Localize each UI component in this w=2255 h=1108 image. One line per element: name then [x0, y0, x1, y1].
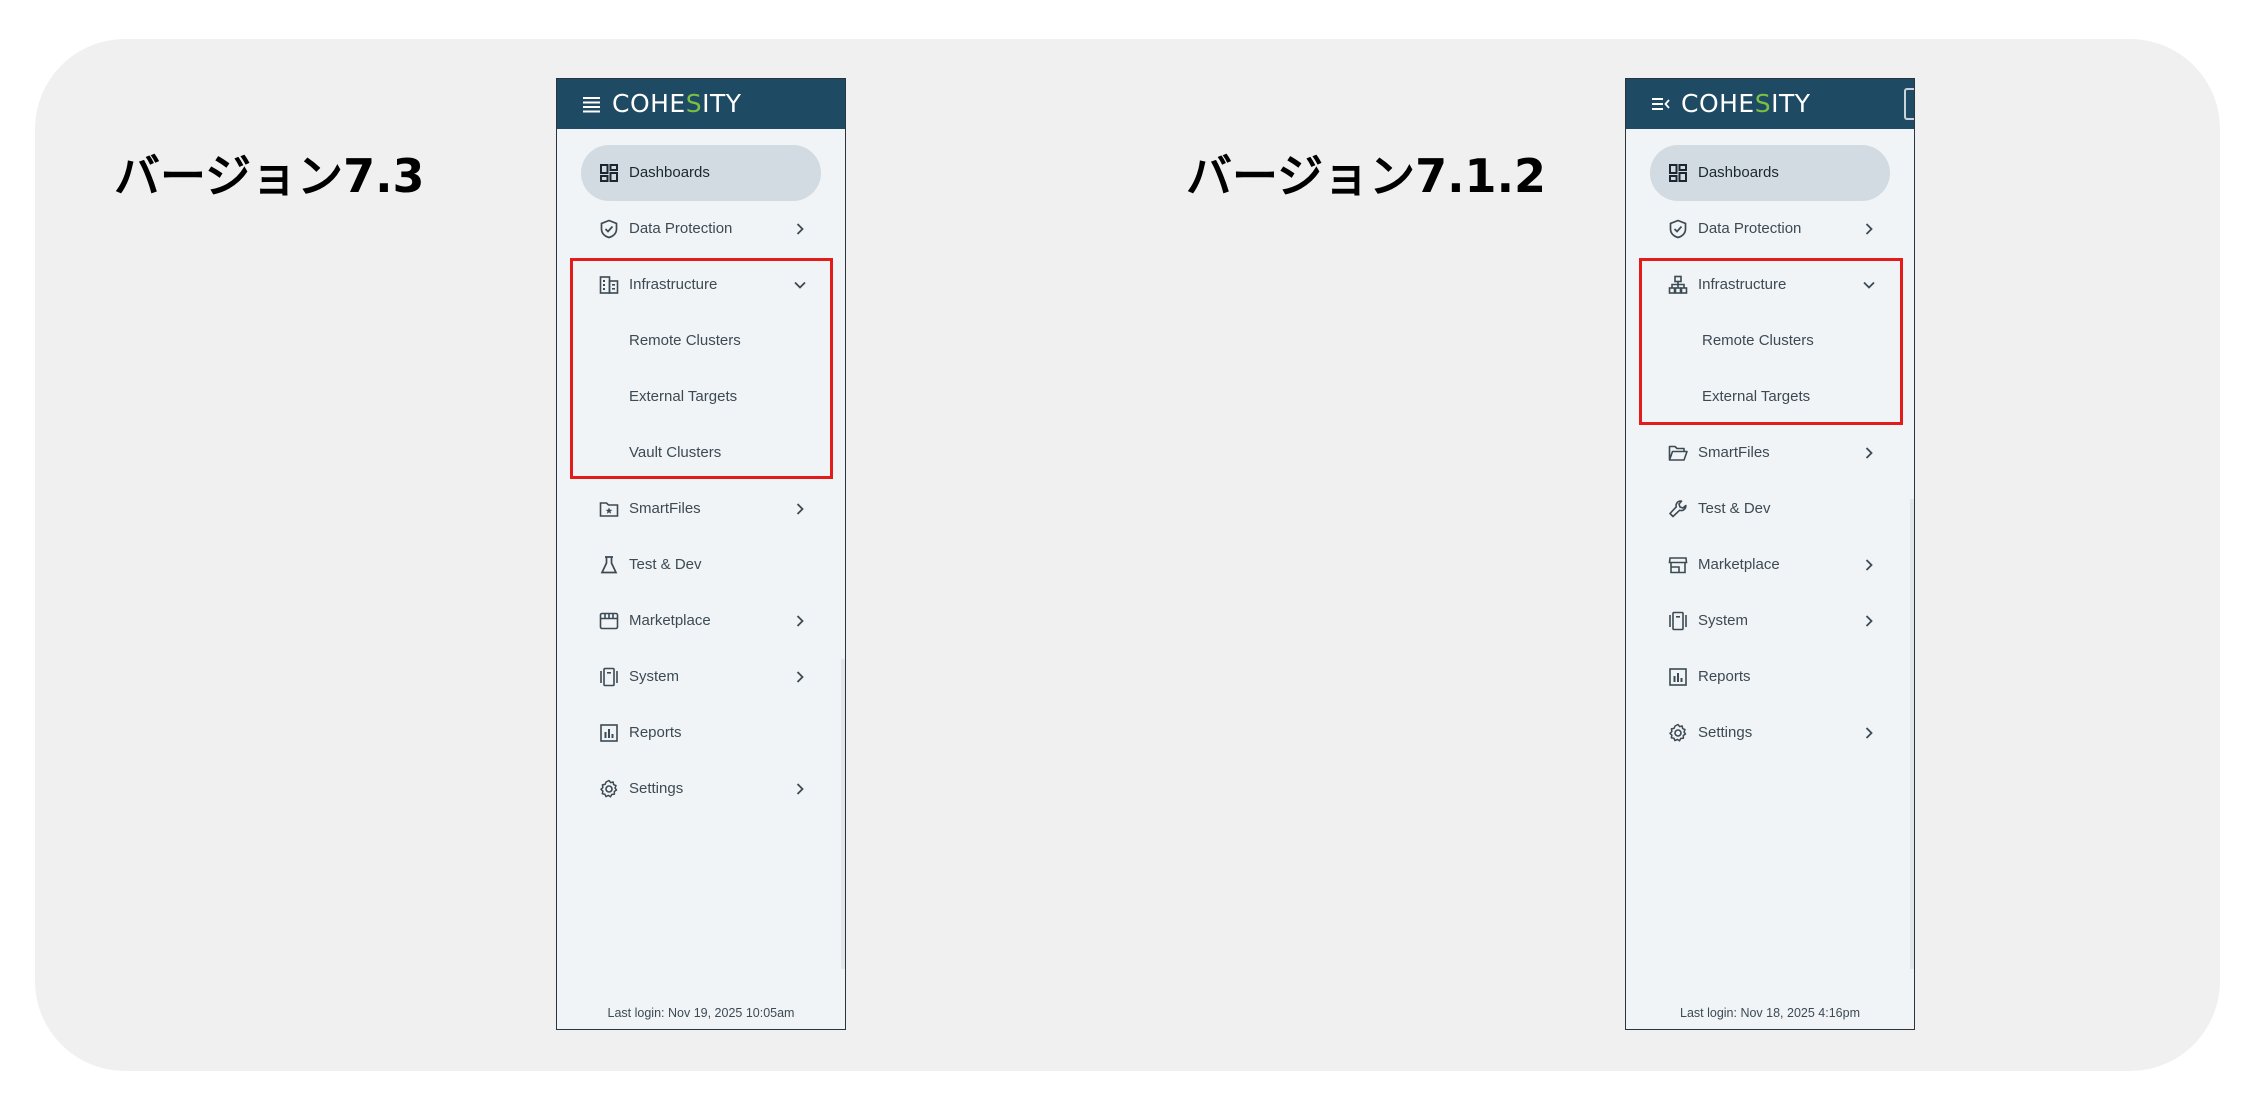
- nav-item-marketplace[interactable]: Marketplace: [1650, 537, 1890, 593]
- nav-item-smartfiles[interactable]: SmartFiles: [1650, 425, 1890, 481]
- chevron-down-icon: [794, 281, 806, 289]
- nav-label: Test & Dev: [1698, 500, 1771, 517]
- chevron-right-icon: [796, 671, 804, 683]
- shield-check-icon: [1669, 219, 1687, 239]
- chevron-right-icon: [796, 783, 804, 795]
- cohesity-logo: COHESITY: [1681, 89, 1811, 118]
- nav-item-reports[interactable]: Reports: [1650, 649, 1890, 705]
- nav-item-dashboards[interactable]: Dashboards: [1650, 145, 1890, 201]
- nav-label: Remote Clusters: [629, 332, 741, 349]
- system-icon: [1669, 611, 1687, 631]
- nav-item-settings[interactable]: Settings: [1650, 705, 1890, 761]
- nav-item-marketplace[interactable]: Marketplace: [581, 593, 821, 649]
- report-chart-icon: [1669, 668, 1687, 686]
- nav-label: Settings: [1698, 724, 1753, 741]
- last-login-text: Last login: Nov 18, 2025 4:16pm: [1680, 1006, 1860, 1020]
- app-header: COHESITY: [557, 79, 845, 129]
- nav-label: Vault Clusters: [629, 444, 722, 461]
- dashboard-icon: [1669, 164, 1687, 182]
- nav-item-data-protection[interactable]: Data Protection: [1650, 201, 1890, 257]
- nav-subitem-external-targets[interactable]: External Targets: [1650, 369, 1890, 425]
- report-chart-icon: [600, 724, 618, 742]
- wrench-icon: [1669, 500, 1687, 518]
- nav-label: Settings: [629, 780, 684, 797]
- chevron-down-icon: [1863, 281, 1875, 289]
- folder-star-icon: [599, 502, 619, 517]
- nav-item-system[interactable]: System: [1650, 593, 1890, 649]
- nav-item-infrastructure[interactable]: Infrastructure: [581, 257, 821, 313]
- folder-open-icon: [1668, 445, 1688, 461]
- sidebar-v7-3: COHESITY Dashboards Data Protection Infr…: [556, 78, 846, 1030]
- nav-label: External Targets: [1702, 388, 1811, 405]
- chevron-right-icon: [796, 615, 804, 627]
- nav-label: Marketplace: [1698, 556, 1780, 573]
- chevron-right-icon: [1865, 223, 1873, 235]
- nav-label: Infrastructure: [629, 276, 718, 293]
- nav-item-settings[interactable]: Settings: [581, 761, 821, 817]
- collapse-menu-icon[interactable]: [1652, 95, 1670, 113]
- nav-label: SmartFiles: [1698, 444, 1770, 461]
- chevron-right-icon: [1865, 727, 1873, 739]
- cohesity-logo: COHESITY: [612, 89, 742, 118]
- nav-label: Data Protection: [629, 220, 733, 237]
- hierarchy-icon: [1668, 275, 1688, 294]
- system-icon: [600, 667, 618, 687]
- nav-label: SmartFiles: [629, 500, 701, 517]
- nav-subitem-remote-clusters[interactable]: Remote Clusters: [1650, 313, 1890, 369]
- nav-item-reports[interactable]: Reports: [581, 705, 821, 761]
- nav-label: Reports: [1698, 668, 1751, 685]
- nav-label: Remote Clusters: [1702, 332, 1814, 349]
- dashboard-icon: [600, 164, 618, 182]
- nav-subitem-vault-clusters[interactable]: Vault Clusters: [581, 425, 821, 481]
- nav-label: Dashboards: [1698, 164, 1779, 181]
- nav-subitem-remote-clusters[interactable]: Remote Clusters: [581, 313, 821, 369]
- nav-label: Test & Dev: [629, 556, 702, 573]
- gear-icon: [600, 779, 618, 798]
- nav-label: System: [1698, 612, 1749, 629]
- chevron-right-icon: [1865, 447, 1873, 459]
- scrollbar-track[interactable]: [1910, 499, 1914, 969]
- version-label-left: バージョン7.3: [114, 149, 425, 203]
- version-label-right: バージョン7.1.2: [1186, 149, 1547, 203]
- nav-item-infrastructure[interactable]: Infrastructure: [1650, 257, 1890, 313]
- chevron-right-icon: [796, 223, 804, 235]
- app-header: COHESITY: [1626, 79, 1914, 129]
- nav-label: System: [629, 668, 680, 685]
- nav-label: External Targets: [629, 388, 738, 405]
- storefront-icon: [1668, 557, 1688, 574]
- nav-subitem-external-targets[interactable]: External Targets: [581, 369, 821, 425]
- nav-label: Infrastructure: [1698, 276, 1787, 293]
- last-login-text: Last login: Nov 19, 2025 10:05am: [607, 1006, 795, 1020]
- nav-label: Dashboards: [629, 164, 710, 181]
- hamburger-menu-icon[interactable]: [583, 95, 601, 113]
- flask-icon: [600, 556, 618, 574]
- sidebar-v7-1-2: COHESITY Dashboards Data Protection Infr…: [1625, 78, 1915, 1030]
- nav-item-test-dev[interactable]: Test & Dev: [581, 537, 821, 593]
- building-icon: [599, 276, 619, 294]
- nav-label: Reports: [629, 724, 682, 741]
- storefront-icon: [599, 612, 619, 630]
- chevron-right-icon: [796, 503, 804, 515]
- chevron-right-icon: [1865, 559, 1873, 571]
- nav-item-test-dev[interactable]: Test & Dev: [1650, 481, 1890, 537]
- nav-label: Data Protection: [1698, 220, 1802, 237]
- nav-item-dashboards[interactable]: Dashboards: [581, 145, 821, 201]
- nav-label: Marketplace: [629, 612, 711, 629]
- nav-item-smartfiles[interactable]: SmartFiles: [581, 481, 821, 537]
- header-control[interactable]: [1904, 88, 1914, 120]
- nav-item-data-protection[interactable]: Data Protection: [581, 201, 821, 257]
- gear-icon: [1669, 723, 1687, 742]
- chevron-right-icon: [1865, 615, 1873, 627]
- nav-item-system[interactable]: System: [581, 649, 821, 705]
- shield-check-icon: [600, 219, 618, 239]
- scrollbar-track[interactable]: [841, 659, 845, 969]
